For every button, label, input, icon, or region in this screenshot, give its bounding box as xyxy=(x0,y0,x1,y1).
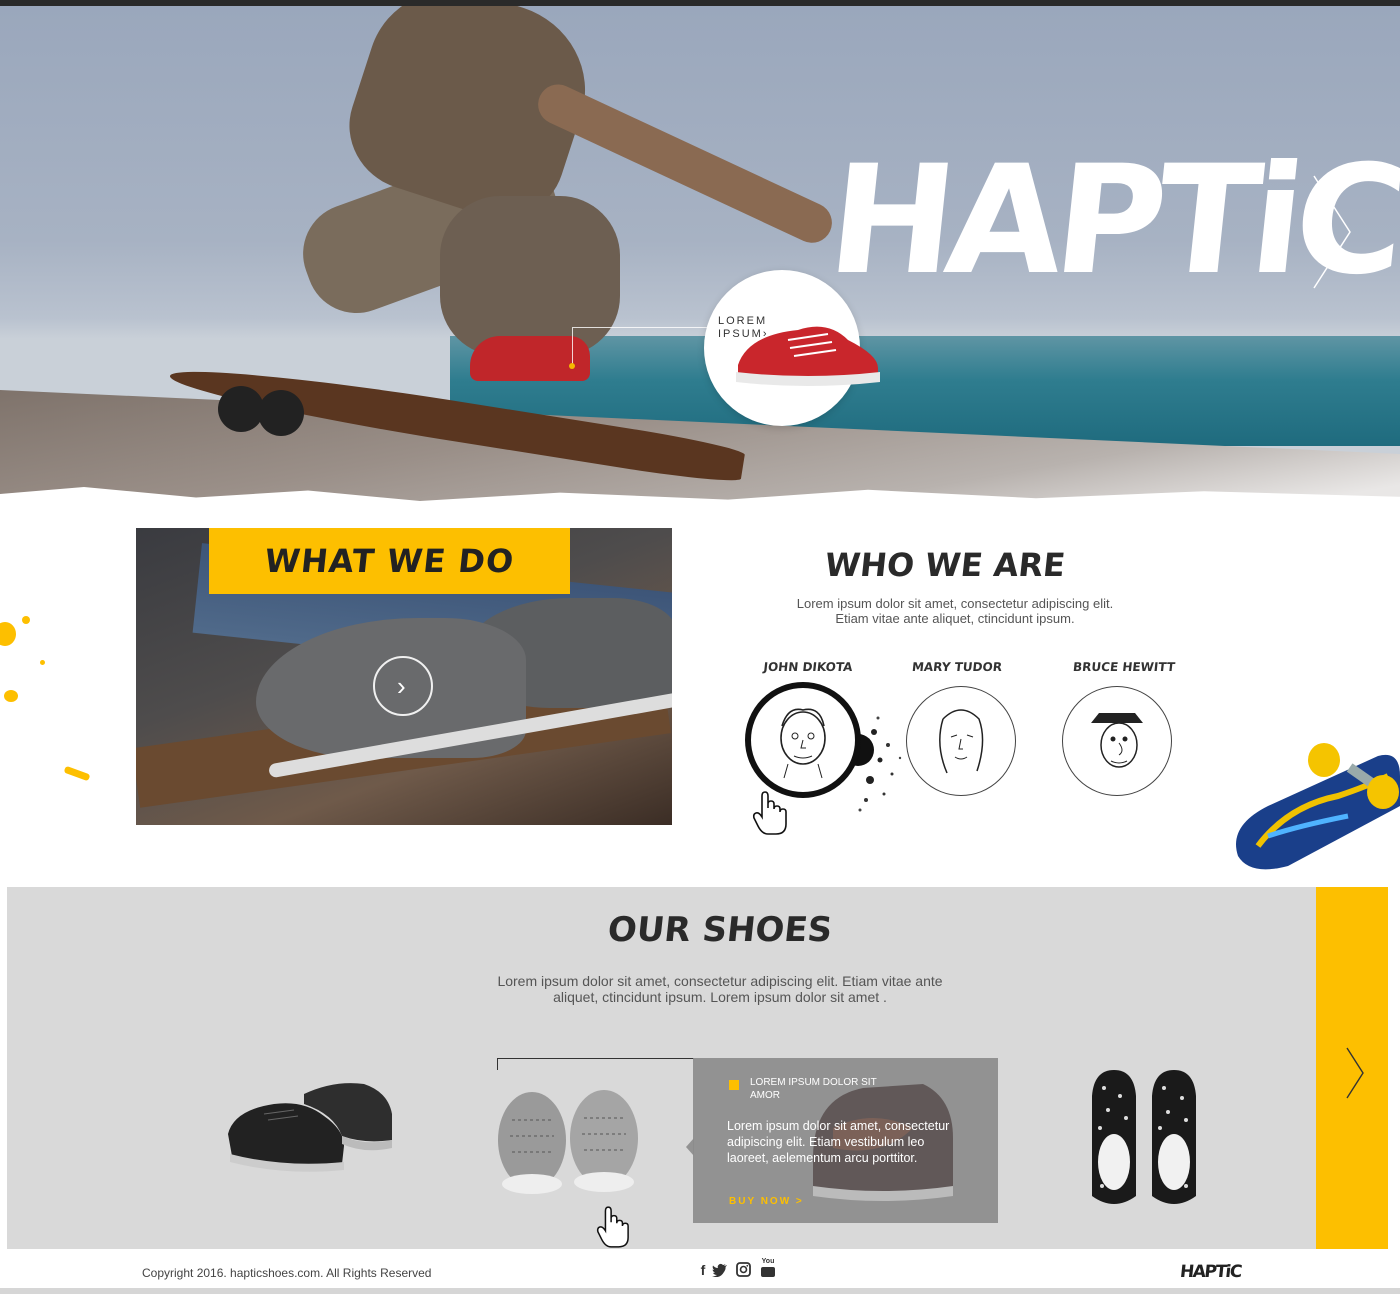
shoe-black-sneaker[interactable] xyxy=(224,1074,396,1176)
product-callout[interactable]: LOREM IPSUM› xyxy=(704,270,880,426)
avatar-sketch xyxy=(939,709,984,774)
our-shoes-description: Lorem ipsum dolor sit amet, consectetur … xyxy=(497,973,943,1005)
avatar-sketch xyxy=(1091,713,1143,768)
skateboard-image xyxy=(1236,743,1400,870)
product-card[interactable]: LOREM IPSUM DOLOR SIT AMOR Lorem ipsum d… xyxy=(693,1058,998,1223)
what-we-do-title: WHAT WE DO xyxy=(262,542,517,580)
paint-splash xyxy=(4,690,18,702)
hero-wheel xyxy=(218,386,264,432)
paint-splash xyxy=(22,616,30,624)
copyright-text: Copyright 2016. hapticshoes.com. All Rig… xyxy=(142,1266,432,1280)
team-avatar-bruce[interactable] xyxy=(1062,686,1172,796)
facebook-icon[interactable]: f xyxy=(694,1261,712,1279)
who-we-are-description: Lorem ipsum dolor sit amet, consectetur … xyxy=(796,596,1114,626)
paint-splash xyxy=(40,660,45,665)
team-name-bruce: BRUCE HEWITT xyxy=(1072,660,1176,674)
play-icon: › xyxy=(397,671,406,701)
callout-line xyxy=(572,327,708,367)
card-outline xyxy=(497,1058,694,1070)
team-avatar-john[interactable] xyxy=(745,682,861,798)
card-body: Lorem ipsum dolor sit amet, consectetur … xyxy=(727,1119,950,1165)
team-avatar-mary[interactable] xyxy=(906,686,1016,796)
hand-cursor-icon xyxy=(752,791,787,835)
card-title: LOREM IPSUM DOLOR SIT AMOR xyxy=(750,1077,877,1101)
avatar-sketch xyxy=(780,708,826,779)
who-we-are-title: WHO WE ARE xyxy=(823,546,1067,584)
what-we-do-panel[interactable]: WHAT WE DO › xyxy=(136,528,672,825)
paint-splash xyxy=(0,622,16,646)
shoes-next-arrow[interactable] xyxy=(1344,1046,1366,1100)
card-accent-square xyxy=(729,1080,739,1090)
callout-dot xyxy=(569,363,575,369)
our-shoes-title: OUR SHOES xyxy=(605,910,835,950)
paint-splash xyxy=(63,765,91,782)
footer-logo: HAPTiC xyxy=(1178,1262,1242,1282)
hero-banner: HAPTiC LOREM IPSUM› xyxy=(0,6,1400,526)
youtube-icon[interactable]: You xyxy=(760,1258,776,1280)
callout-label: LOREM IPSUM› xyxy=(718,315,769,340)
twitter-icon[interactable] xyxy=(712,1263,728,1277)
footer-bottom-bar xyxy=(0,1288,1400,1294)
team-name-mary: MARY TUDOR xyxy=(911,660,1003,674)
buy-now-link[interactable]: BUY NOW > xyxy=(729,1196,804,1207)
team-name-john: JOHN DIKOTA xyxy=(762,660,854,674)
shoe-knit-sneaker[interactable] xyxy=(492,1080,648,1200)
hero-wheel xyxy=(258,390,304,436)
hand-cursor-icon xyxy=(596,1206,629,1248)
instagram-icon[interactable] xyxy=(736,1262,751,1277)
what-we-do-header: WHAT WE DO xyxy=(209,528,570,594)
shoe-pattern-slipon[interactable] xyxy=(1086,1066,1202,1214)
hero-next-arrow[interactable] xyxy=(1310,174,1354,290)
play-button[interactable]: › xyxy=(373,656,433,716)
